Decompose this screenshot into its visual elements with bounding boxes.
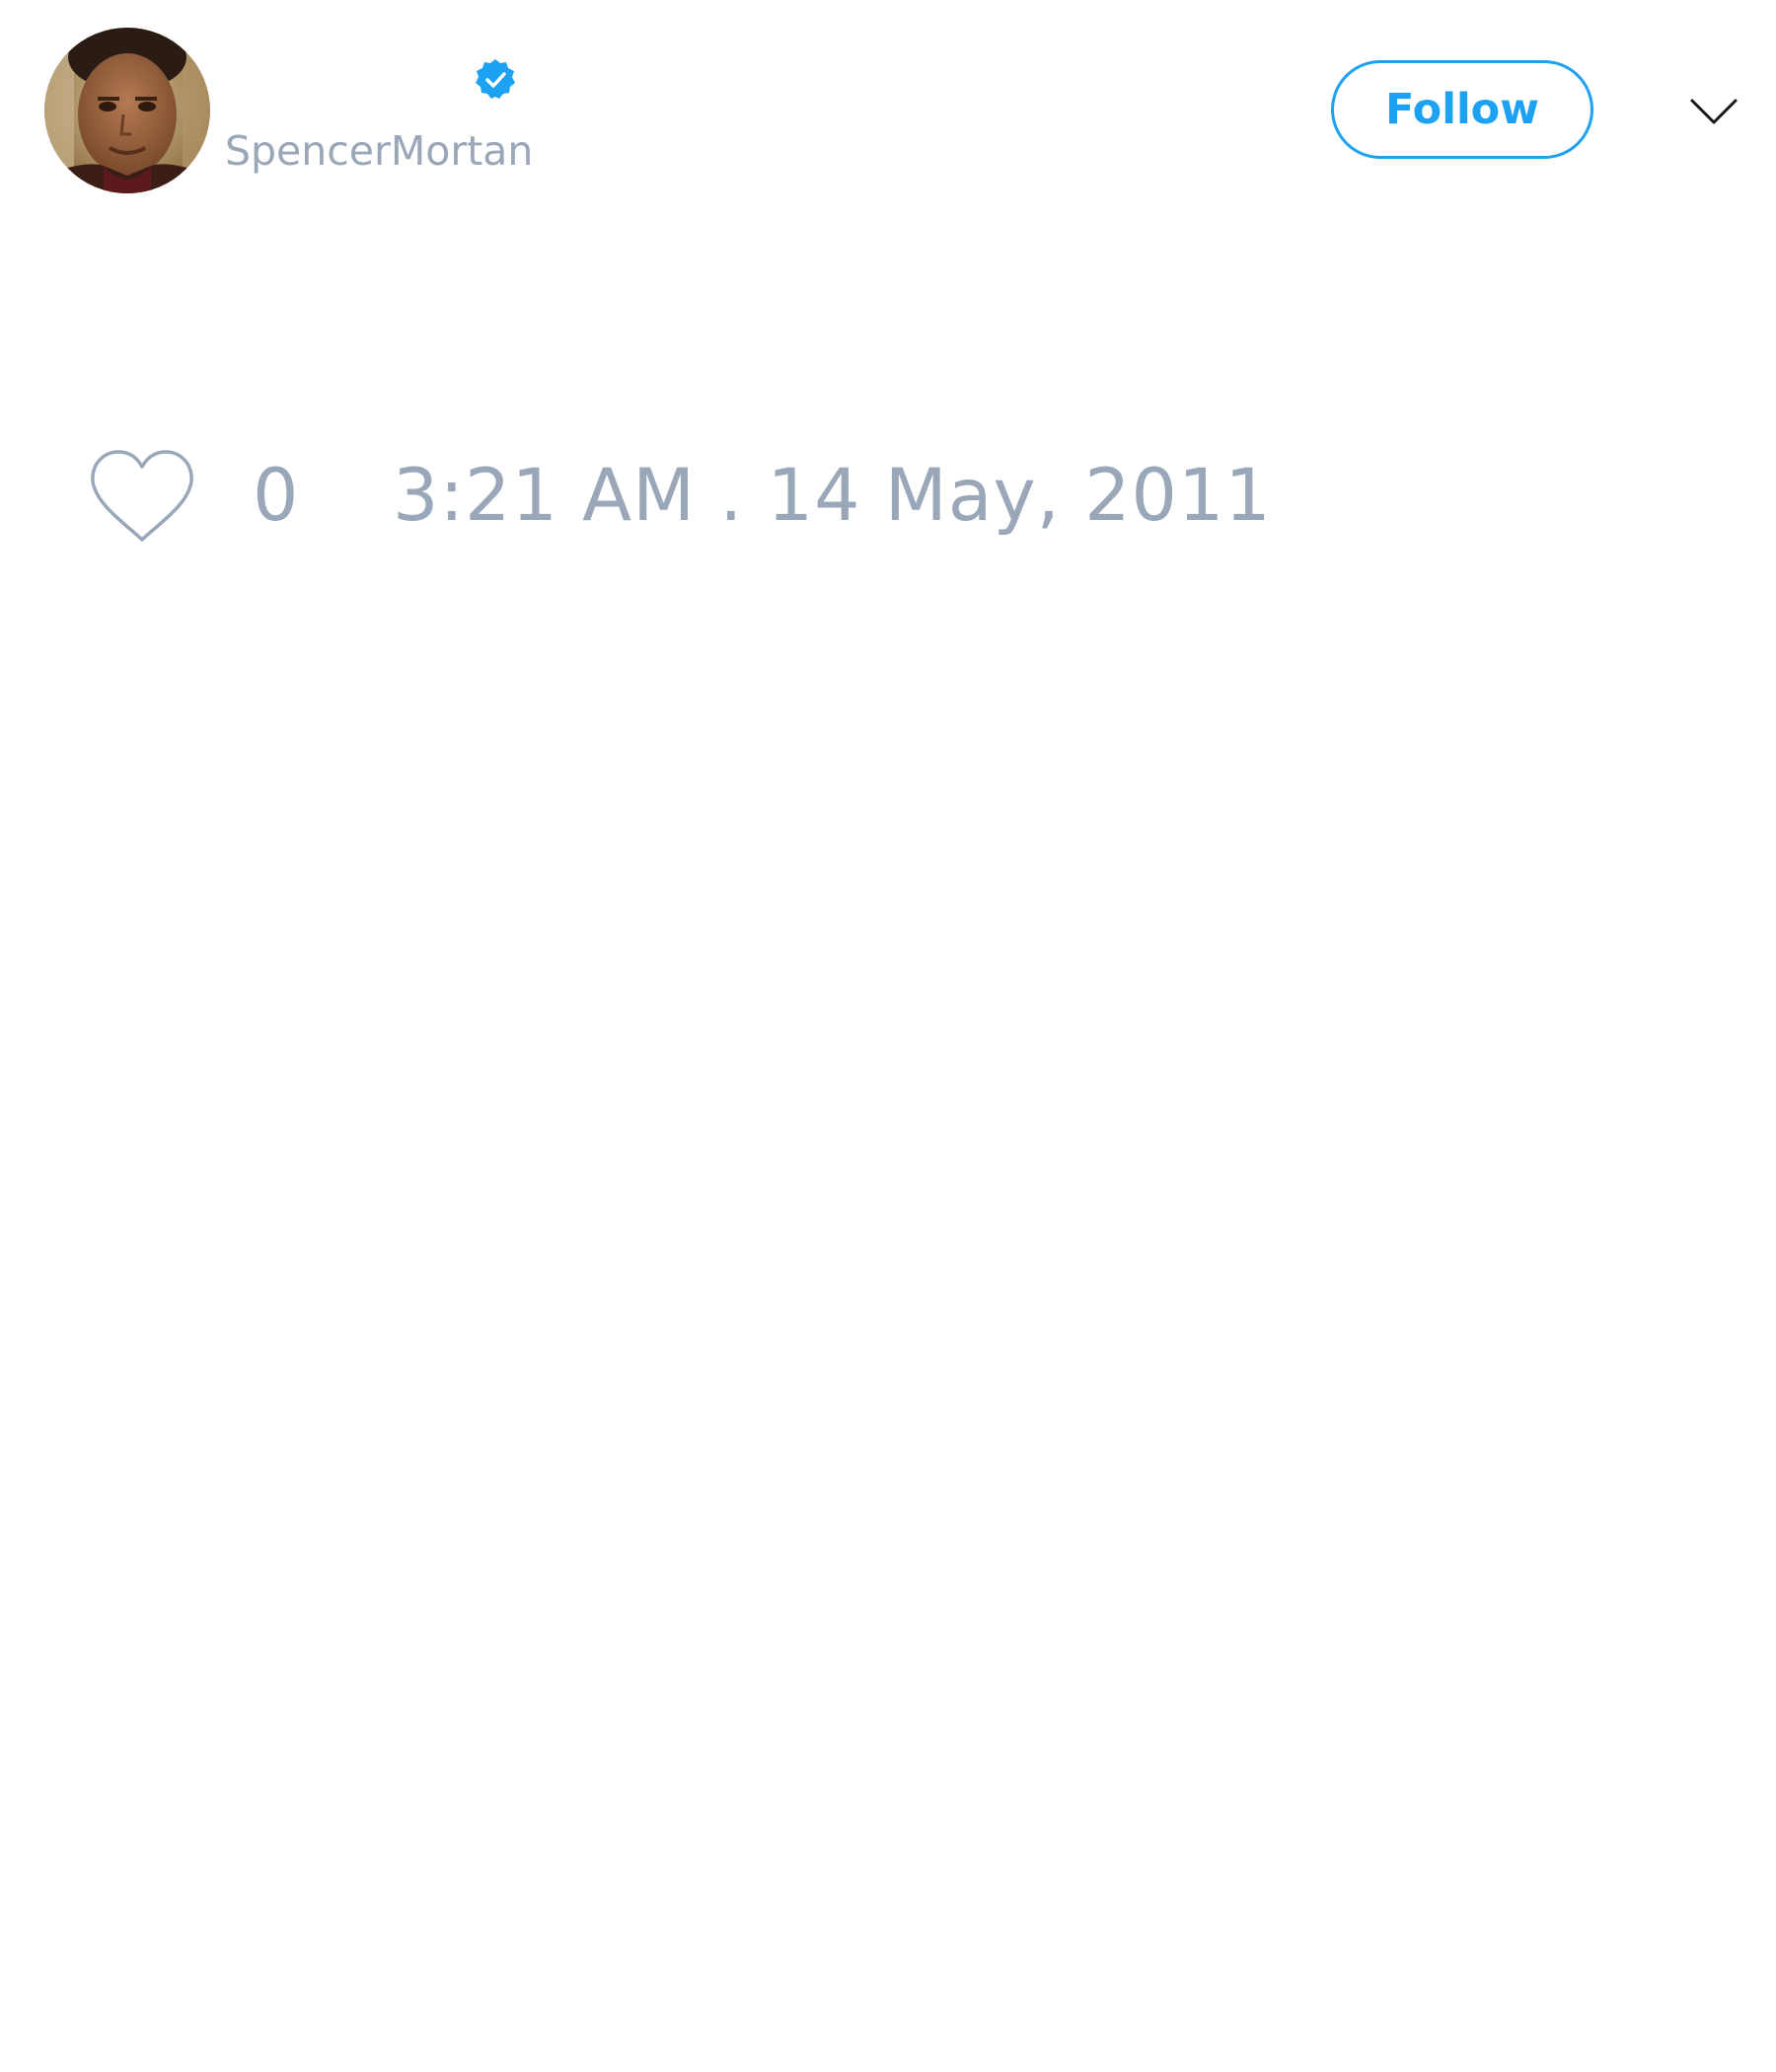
heart-outline-icon[interactable] [89,449,195,544]
tweet-header: SpencerMortan Follow [0,0,1776,227]
verified-badge-icon [473,57,518,103]
follow-button[interactable]: Follow [1331,60,1593,159]
tweet-footer: 0 3:21 AM . 14 May, 2011 [0,434,1776,562]
user-handle[interactable]: SpencerMortan [225,126,533,176]
tweet-timestamp[interactable]: 3:21 AM . 14 May, 2011 [393,452,1272,541]
like-count: 0 [253,454,299,538]
avatar[interactable] [44,28,210,193]
chevron-down-icon[interactable] [1689,87,1739,136]
